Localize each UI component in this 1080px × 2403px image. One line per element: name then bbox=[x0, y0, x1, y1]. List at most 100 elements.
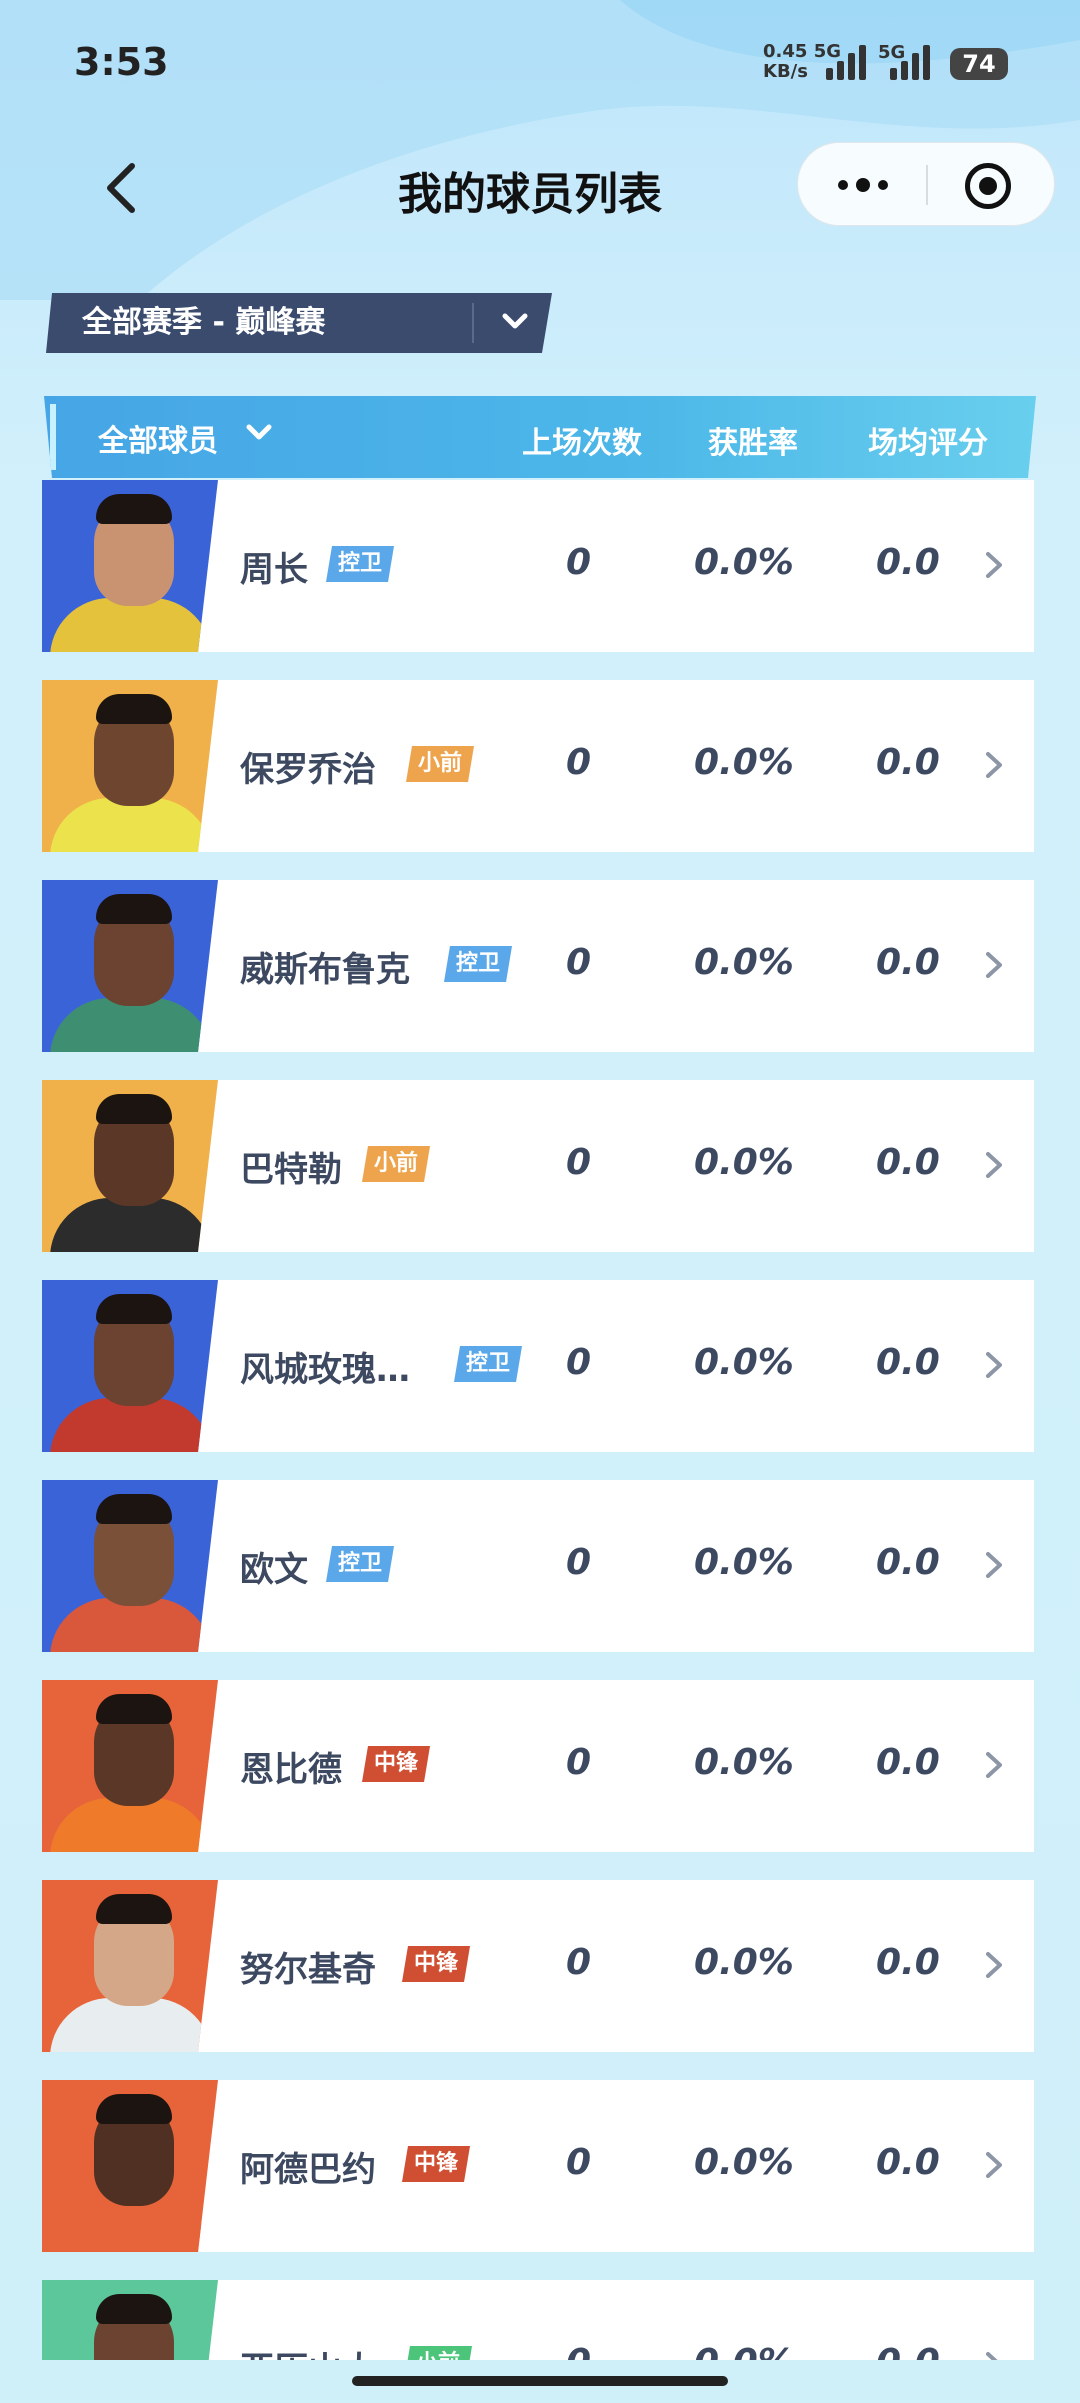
avatar-hair bbox=[96, 1094, 172, 1124]
avatar-hair bbox=[96, 1494, 172, 1524]
avatar-shirt bbox=[50, 998, 212, 1052]
player-name: 风城玫瑰… bbox=[240, 1350, 410, 1390]
chevron-right-icon bbox=[986, 1352, 1002, 1378]
column-header-winrate: 获胜率 bbox=[708, 426, 798, 461]
chevron-right-icon bbox=[986, 2152, 1002, 2178]
player-avatar bbox=[42, 680, 218, 852]
player-row[interactable]: 周长 控卫 0 0.0% 0.0 bbox=[42, 480, 1034, 652]
chevron-right-icon bbox=[986, 1952, 1002, 1978]
position-badge: 控卫 bbox=[326, 1546, 394, 1582]
season-filter-dropdown[interactable]: 全部赛季 - 巅峰赛 bbox=[46, 293, 552, 353]
winrate-value: 0.0% bbox=[694, 1742, 794, 1783]
player-name: 努尔基奇 bbox=[240, 1950, 376, 1990]
rating-value: 0.0 bbox=[876, 1942, 940, 1983]
avatar-hair bbox=[96, 894, 172, 924]
player-row[interactable]: 巴特勒 小前 0 0.0% 0.0 bbox=[42, 1080, 1034, 1252]
winrate-value: 0.0% bbox=[694, 942, 794, 983]
player-avatar bbox=[42, 1280, 218, 1452]
back-button[interactable] bbox=[96, 158, 156, 218]
winrate-value: 0.0% bbox=[694, 1342, 794, 1383]
player-row[interactable]: 恩比德 中锋 0 0.0% 0.0 bbox=[42, 1680, 1034, 1852]
winrate-value: 0.0% bbox=[694, 1142, 794, 1183]
rating-value: 0.0 bbox=[876, 742, 940, 783]
player-avatar bbox=[42, 1080, 218, 1252]
chevron-right-icon bbox=[986, 552, 1002, 578]
player-avatar bbox=[42, 480, 218, 652]
avatar-hair bbox=[96, 494, 172, 524]
player-row[interactable]: 欧文 控卫 0 0.0% 0.0 bbox=[42, 1480, 1034, 1652]
chevron-right-icon bbox=[986, 1152, 1002, 1178]
column-header-rating: 场均评分 bbox=[868, 426, 988, 461]
player-name: 周长 bbox=[240, 550, 308, 590]
player-row[interactable]: 保罗乔治 小前 0 0.0% 0.0 bbox=[42, 680, 1034, 852]
player-avatar bbox=[42, 2080, 218, 2252]
rating-value: 0.0 bbox=[876, 942, 940, 983]
signal-icon bbox=[826, 44, 870, 80]
rating-value: 0.0 bbox=[876, 2142, 940, 2183]
close-target-button[interactable] bbox=[965, 163, 1011, 209]
avatar-shirt bbox=[50, 598, 212, 652]
avatar-hair bbox=[96, 1294, 172, 1324]
rating-value: 0.0 bbox=[876, 1342, 940, 1383]
avatar-hair bbox=[96, 694, 172, 724]
games-value: 0 bbox=[566, 1542, 592, 1583]
position-badge: 中锋 bbox=[402, 2146, 470, 2182]
avatar-shirt bbox=[50, 1798, 212, 1852]
player-row[interactable]: 威斯布鲁克 控卫 0 0.0% 0.0 bbox=[42, 880, 1034, 1052]
position-badge: 小前 bbox=[406, 746, 474, 782]
status-time: 3:53 bbox=[74, 40, 169, 84]
games-value: 0 bbox=[566, 1142, 592, 1183]
position-badge: 控卫 bbox=[326, 546, 394, 582]
season-filter-label: 全部赛季 - 巅峰赛 bbox=[82, 305, 326, 340]
winrate-value: 0.0% bbox=[694, 1542, 794, 1583]
avatar-shirt bbox=[50, 1398, 212, 1452]
mini-program-capsule bbox=[797, 142, 1055, 226]
chevron-right-icon bbox=[986, 1552, 1002, 1578]
winrate-value: 0.0% bbox=[694, 2142, 794, 2183]
chevron-right-icon bbox=[986, 952, 1002, 978]
games-value: 0 bbox=[566, 742, 592, 783]
signal-icon-2 bbox=[890, 44, 934, 80]
winrate-value: 0.0% bbox=[694, 742, 794, 783]
player-row[interactable]: 阿德巴约 中锋 0 0.0% 0.0 bbox=[42, 2080, 1034, 2252]
dropdown-divider bbox=[472, 303, 474, 343]
position-badge: 小前 bbox=[362, 1146, 430, 1182]
chevron-right-icon bbox=[986, 752, 1002, 778]
player-avatar bbox=[42, 1880, 218, 2052]
column-header-games: 上场次数 bbox=[522, 426, 642, 461]
chevron-left-icon bbox=[107, 163, 135, 213]
games-value: 0 bbox=[566, 1942, 592, 1983]
winrate-value: 0.0% bbox=[694, 1942, 794, 1983]
more-dots-icon bbox=[838, 180, 848, 190]
player-name: 欧文 bbox=[240, 1550, 308, 1590]
player-row[interactable]: 风城玫瑰… 控卫 0 0.0% 0.0 bbox=[42, 1280, 1034, 1452]
avatar-hair bbox=[96, 2294, 172, 2324]
player-filter-dropdown[interactable]: 全部球员 bbox=[98, 416, 218, 460]
avatar-shirt bbox=[50, 1598, 212, 1652]
position-badge: 中锋 bbox=[402, 1946, 470, 1982]
avatar-shirt bbox=[50, 1198, 212, 1252]
avatar-hair bbox=[96, 1694, 172, 1724]
home-indicator bbox=[352, 2376, 728, 2386]
avatar-shirt bbox=[50, 2198, 212, 2252]
status-bar: 3:53 0.45 5G KB/s 5G 74 bbox=[0, 0, 1080, 130]
games-value: 0 bbox=[566, 542, 592, 583]
games-value: 0 bbox=[566, 942, 592, 983]
player-row[interactable]: 努尔基奇 中锋 0 0.0% 0.0 bbox=[42, 1880, 1034, 2052]
position-badge: 控卫 bbox=[454, 1346, 522, 1382]
avatar-hair bbox=[96, 1894, 172, 1924]
games-value: 0 bbox=[566, 1342, 592, 1383]
player-avatar bbox=[42, 880, 218, 1052]
chevron-down-icon[interactable] bbox=[244, 418, 274, 448]
player-name: 巴特勒 bbox=[240, 1150, 342, 1190]
avatar-shirt bbox=[50, 798, 212, 852]
games-value: 0 bbox=[566, 2142, 592, 2183]
player-name: 威斯布鲁克 bbox=[240, 950, 410, 990]
games-value: 0 bbox=[566, 1742, 592, 1783]
winrate-value: 0.0% bbox=[694, 542, 794, 583]
chevron-down-icon bbox=[500, 307, 530, 337]
more-button[interactable] bbox=[828, 163, 898, 207]
rating-value: 0.0 bbox=[876, 542, 940, 583]
rating-value: 0.0 bbox=[876, 1542, 940, 1583]
target-icon bbox=[979, 177, 997, 195]
